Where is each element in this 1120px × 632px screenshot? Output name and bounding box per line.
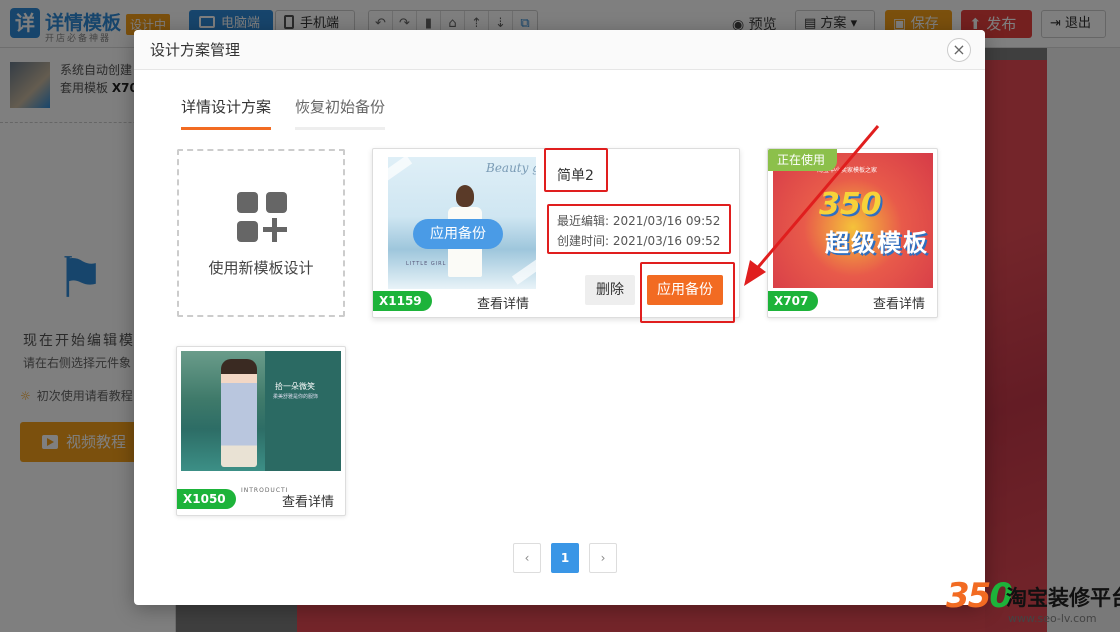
watermark-url: www.seo-lv.com <box>1008 612 1097 625</box>
watermark: 350 淘宝装修平台 www.seo-lv.com <box>946 576 1120 628</box>
x1050-thumb-title: 拾一朵微笑 <box>275 382 315 391</box>
template-code-badge: X707 <box>768 291 819 311</box>
pagination: ‹ 1 › <box>508 543 622 573</box>
close-icon[interactable]: × <box>947 38 971 62</box>
highlight-box-name <box>544 148 608 192</box>
highlight-box-apply <box>640 262 735 323</box>
view-details-link[interactable]: 查看详情 <box>477 293 529 312</box>
design-scheme-dialog: 设计方案管理 × 详情设计方案 恢复初始备份 使用新模板设计 Beauty gi… <box>134 30 985 605</box>
scheme-card-x1050[interactable]: 拾一朵微笑 柔美舒雅是你的服饰 INTRODUCTI X1050 查看详情 <box>176 346 346 516</box>
dialog-title: 设计方案管理 <box>134 30 985 70</box>
view-details-link[interactable]: 查看详情 <box>873 293 925 312</box>
template-code-badge: X1050 <box>177 489 236 509</box>
add-grid-icon <box>237 192 287 242</box>
tab-design-schemes[interactable]: 详情设计方案 <box>181 96 272 130</box>
thumbnail-script-text: Beauty girl <box>486 161 536 175</box>
annotation-arrow-icon <box>744 125 880 286</box>
page-1-button[interactable]: 1 <box>551 543 579 573</box>
x1050-thumbnail: 拾一朵微笑 柔美舒雅是你的服饰 <box>181 351 341 471</box>
tab-restore-backup[interactable]: 恢复初始备份 <box>295 96 386 130</box>
highlight-box-dates <box>547 204 731 254</box>
prev-page-button[interactable]: ‹ <box>513 543 541 573</box>
template-code-badge: X1159 <box>373 291 432 311</box>
apply-backup-overlay-button[interactable]: 应用备份 <box>413 219 503 249</box>
thumbnail-caption: LITTLE GIRL <box>406 261 447 267</box>
next-page-button[interactable]: › <box>589 543 617 573</box>
view-details-link[interactable]: 查看详情 <box>282 491 334 510</box>
x1050-thumb-subtitle: 柔美舒雅是你的服饰 <box>273 394 319 400</box>
watermark-text: 淘宝装修平台 <box>1006 586 1120 610</box>
new-template-design-card[interactable]: 使用新模板设计 <box>177 149 345 317</box>
watermark-logo: 350 <box>946 576 1013 616</box>
new-template-label: 使用新模板设计 <box>208 259 314 277</box>
delete-button[interactable]: 删除 <box>585 275 635 305</box>
dialog-tabs: 详情设计方案 恢复初始备份 <box>181 96 409 130</box>
